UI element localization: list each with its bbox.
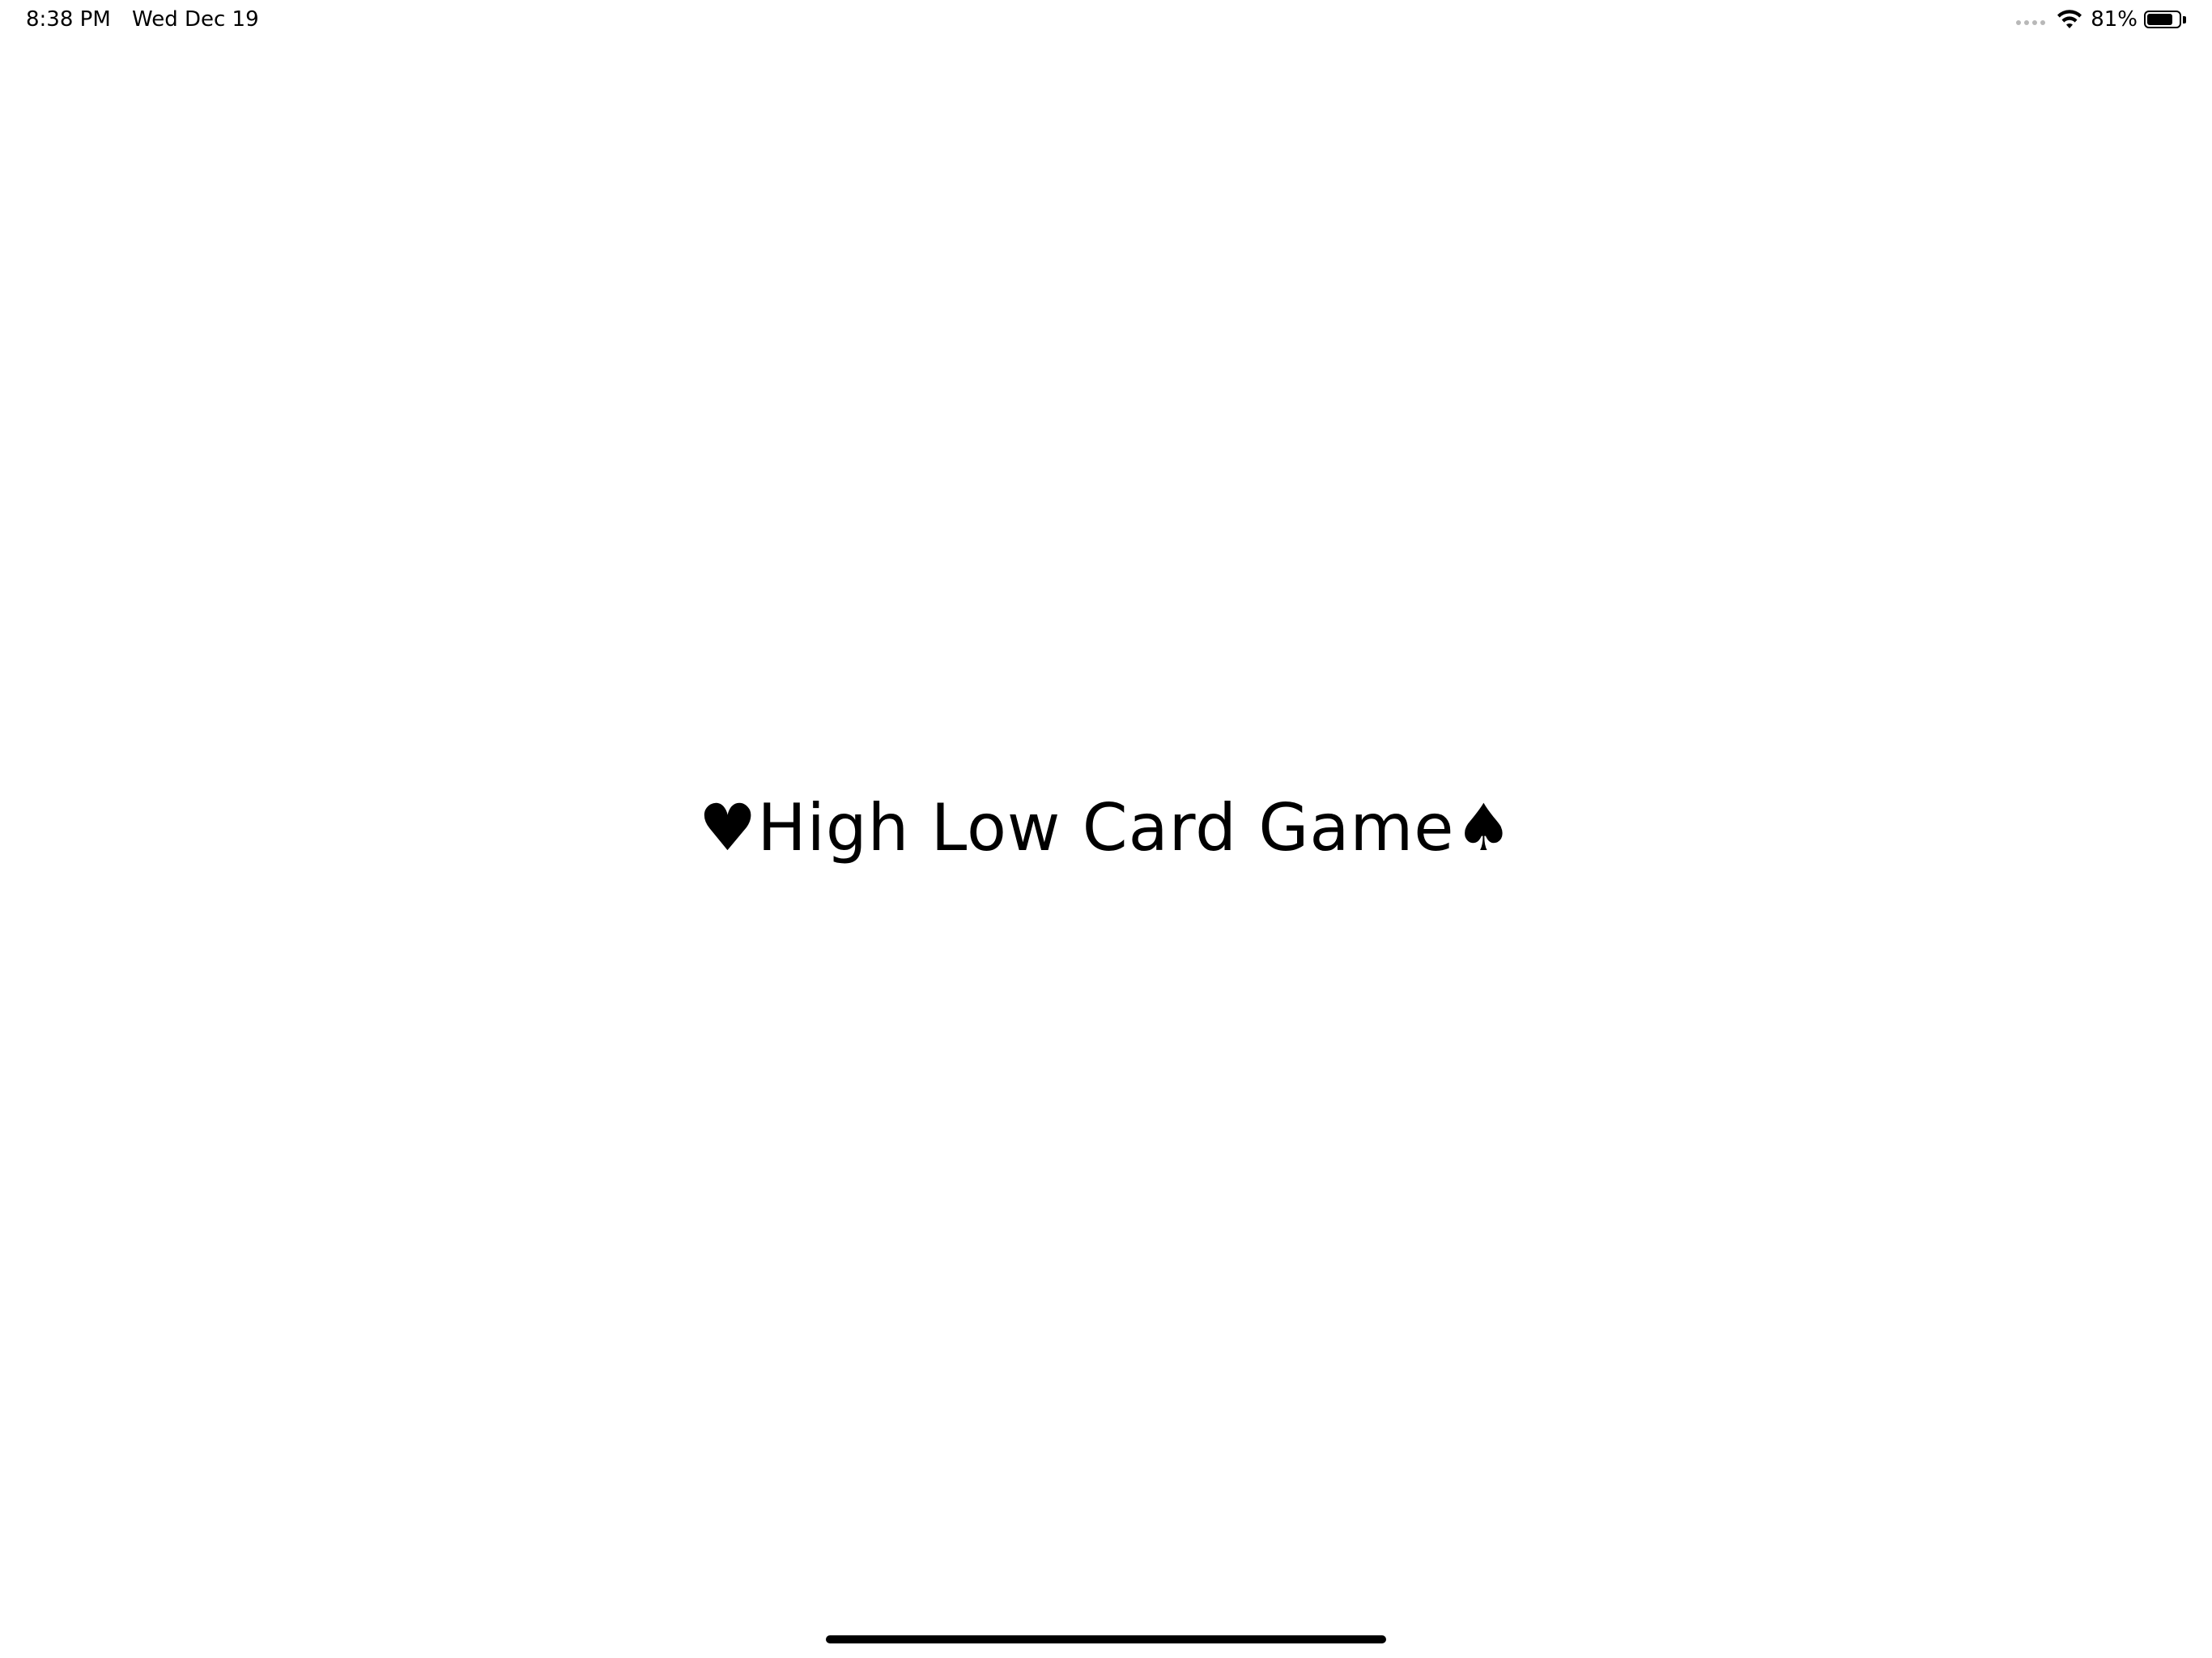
status-bar: 8:38 PM Wed Dec 19 81% (0, 0, 2212, 40)
status-time: 8:38 PM (26, 7, 111, 32)
battery-fill (2147, 14, 2172, 25)
home-indicator[interactable] (826, 1635, 1386, 1643)
app-screen: 8:38 PM Wed Dec 19 81% ♥High Low Card Ga… (0, 0, 2212, 1658)
battery-tip (2183, 15, 2186, 23)
game-title: ♥High Low Card Game♠ (698, 790, 1514, 865)
status-date: Wed Dec 19 (132, 7, 259, 32)
status-left: 8:38 PM Wed Dec 19 (26, 6, 259, 32)
wifi-icon (2057, 10, 2082, 28)
battery-percent: 81% (2091, 7, 2138, 32)
cellular-signal-icon (2016, 14, 2046, 25)
status-right: 81% (2016, 6, 2186, 32)
battery-icon (2144, 11, 2181, 28)
